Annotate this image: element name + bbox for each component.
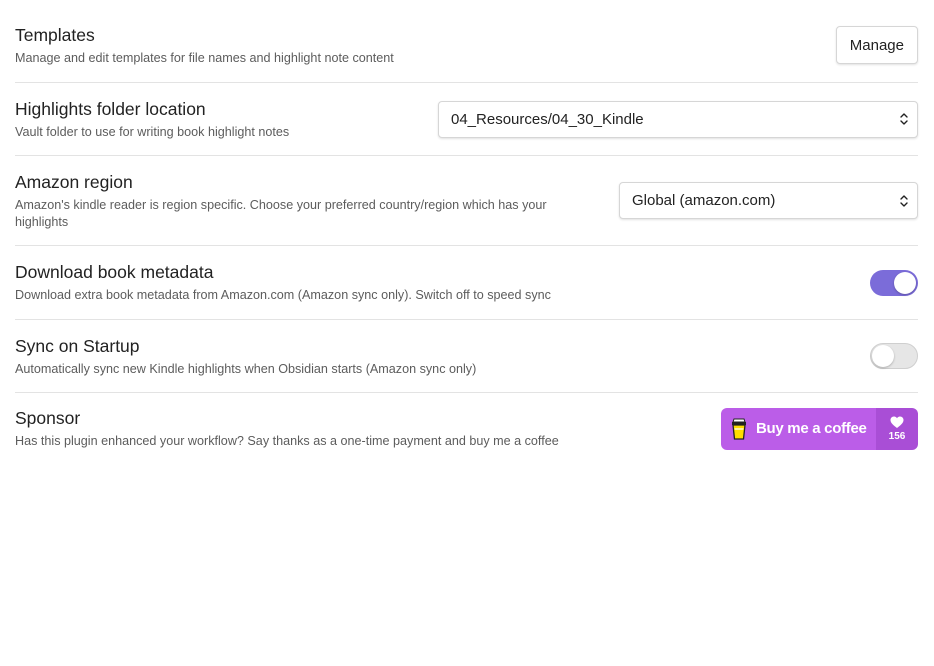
- bmc-label: Buy me a coffee: [756, 420, 867, 437]
- setting-info: Highlights folder location Vault folder …: [15, 98, 438, 141]
- setting-highlights-folder: Highlights folder location Vault folder …: [15, 82, 918, 155]
- setting-sponsor: Sponsor Has this plugin enhanced your wo…: [15, 392, 918, 464]
- chevron-up-down-icon: [900, 113, 908, 125]
- plugin-settings: Templates Manage and edit templates for …: [15, 8, 918, 464]
- setting-name: Download book metadata: [15, 262, 214, 282]
- setting-name: Templates: [15, 24, 95, 45]
- setting-info: Amazon region Amazon's kindle reader is …: [15, 171, 619, 231]
- setting-info: Sponsor Has this plugin enhanced your wo…: [15, 407, 721, 450]
- buy-me-a-coffee-button[interactable]: Buy me a coffee 156: [721, 407, 918, 450]
- setting-description: Automatically sync new Kindle highlights…: [15, 361, 477, 376]
- setting-info: Download book metadata Download extra bo…: [15, 261, 870, 304]
- bmc-supporter-count: 156: [876, 407, 918, 450]
- setting-name: Sponsor: [15, 408, 81, 428]
- dropdown-value: Global (amazon.com): [632, 192, 776, 209]
- sync-on-startup-toggle[interactable]: [870, 343, 918, 369]
- chevron-up-down-icon: [900, 194, 908, 207]
- setting-download-metadata: Download book metadata Download extra bo…: [15, 245, 918, 319]
- toggle-knob: [872, 345, 894, 367]
- supporter-count: 156: [888, 430, 906, 442]
- setting-control: 04_Resources/04_30_Kindle: [438, 100, 918, 138]
- manage-templates-button[interactable]: Manage: [835, 26, 918, 64]
- setting-templates: Templates Manage and edit templates for …: [15, 8, 918, 82]
- setting-amazon-region: Amazon region Amazon's kindle reader is …: [15, 155, 918, 245]
- setting-description: Download extra book metadata from Amazon…: [15, 288, 551, 302]
- setting-control: Buy me a coffee 156: [721, 407, 918, 450]
- setting-control: Global (amazon.com): [619, 182, 918, 219]
- setting-description: Has this plugin enhanced your workflow? …: [15, 434, 559, 448]
- highlights-folder-dropdown[interactable]: 04_Resources/04_30_Kindle: [438, 100, 918, 138]
- download-metadata-toggle[interactable]: [870, 269, 918, 296]
- setting-control: [870, 269, 918, 296]
- setting-description: Vault folder to use for writing book hig…: [15, 124, 290, 139]
- setting-info: Templates Manage and edit templates for …: [15, 24, 836, 67]
- setting-name: Amazon region: [15, 171, 133, 192]
- heart-icon: [890, 416, 904, 428]
- setting-description: Manage and edit templates for file names…: [15, 50, 394, 65]
- amazon-region-dropdown[interactable]: Global (amazon.com): [619, 182, 918, 219]
- setting-description: Amazon's kindle reader is region specifi…: [15, 197, 547, 229]
- coffee-cup-icon: [732, 418, 746, 440]
- dropdown-value: 04_Resources/04_30_Kindle: [451, 110, 644, 128]
- setting-info: Sync on Startup Automatically sync new K…: [15, 335, 870, 378]
- setting-control: Manage: [835, 26, 918, 64]
- toggle-knob: [894, 271, 916, 294]
- setting-control: [870, 343, 918, 369]
- setting-sync-on-startup: Sync on Startup Automatically sync new K…: [15, 319, 918, 392]
- bmc-main: Buy me a coffee: [721, 407, 876, 450]
- setting-name: Highlights folder location: [15, 98, 206, 119]
- setting-name: Sync on Startup: [15, 335, 140, 356]
